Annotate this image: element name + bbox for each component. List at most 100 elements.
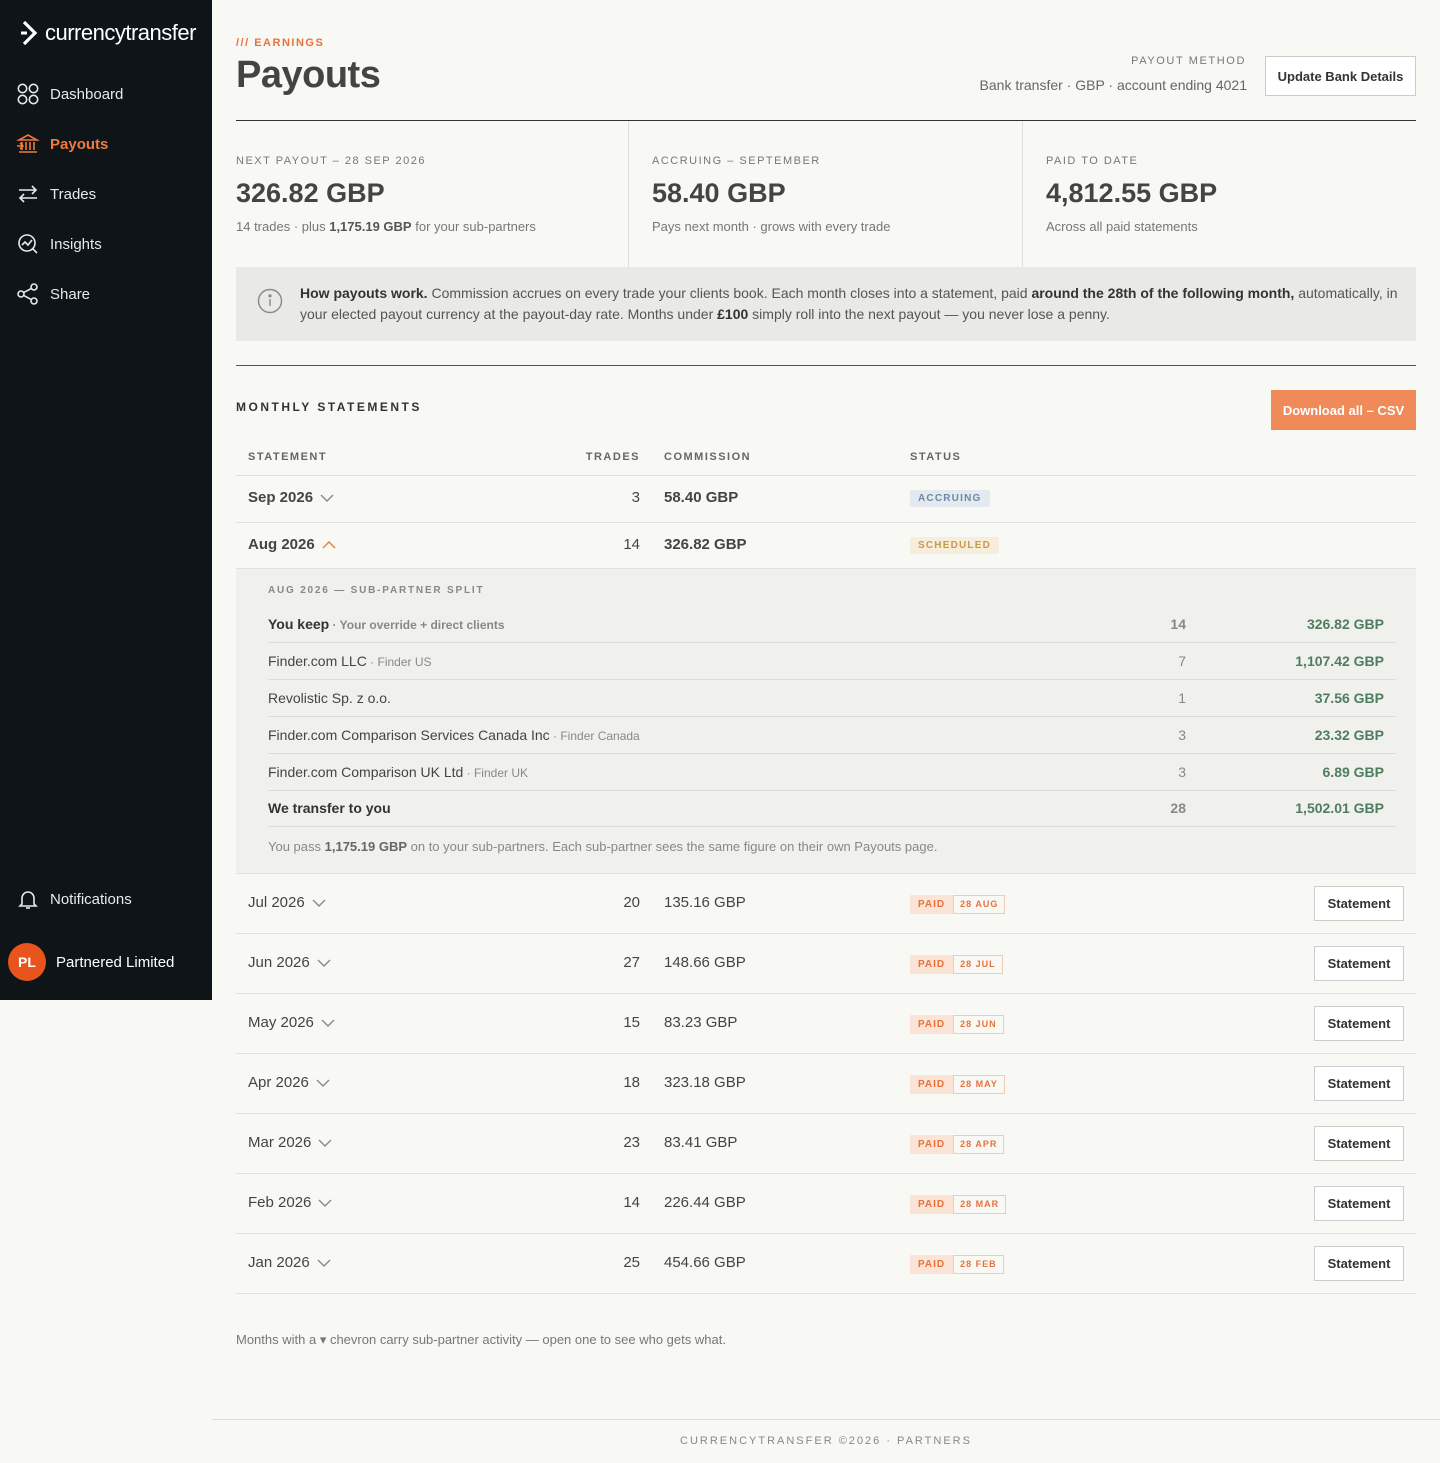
update-bank-details-button[interactable]: Update Bank Details — [1265, 56, 1416, 96]
status-paid-date: 28 MAR — [953, 1195, 1007, 1214]
status-paid-label: PAID — [910, 1075, 954, 1094]
status-paid-label: PAID — [910, 895, 954, 914]
trades-count: 25 — [623, 1254, 640, 1271]
sidebar-item-label: Dashboard — [50, 85, 124, 103]
status-paid-date: 28 FEB — [953, 1255, 1004, 1274]
status-badge: PAID 28 MAY — [910, 1075, 1005, 1094]
sidebar-item-payouts[interactable]: Payouts — [16, 132, 108, 156]
commission-amount: 323.18 GBP — [664, 1074, 746, 1091]
statement-month-toggle[interactable]: Sep 2026 — [248, 489, 335, 506]
row-divider — [236, 475, 1416, 476]
statement-download-button[interactable]: Statement — [1314, 1186, 1404, 1221]
chevron-up-icon — [322, 540, 336, 548]
column-header-status: STATUS — [910, 451, 962, 463]
chevron-down-icon — [317, 1259, 331, 1267]
sidebar-item-insights[interactable]: Insights — [16, 232, 102, 256]
sidebar-item-label: Share — [50, 285, 91, 303]
commission-amount: 58.40 GBP — [664, 489, 739, 506]
sidebar-item-trades[interactable]: Trades — [16, 182, 96, 206]
trades-count: 27 — [623, 954, 640, 971]
bell-icon — [16, 887, 40, 911]
chart-icon — [16, 232, 40, 256]
sidebar-item-share[interactable]: Share — [16, 282, 90, 306]
sidebar-item-label: Insights — [50, 235, 102, 253]
trades-count: 3 — [631, 489, 640, 506]
status-paid-label: PAID — [910, 1255, 954, 1274]
commission-amount: 148.66 GBP — [664, 954, 746, 971]
stat-next-payout: NEXT PAYOUT – 28 SEP 2026 326.82 GBP 14 … — [236, 121, 629, 267]
logo-text: currencytransfer — [45, 20, 196, 45]
status-badge: PAID 28 MAR — [910, 1195, 1007, 1214]
logo-chevron-icon — [21, 20, 38, 46]
status-badge: PAID 28 FEB — [910, 1255, 1004, 1274]
footer-divider — [212, 1419, 1440, 1420]
user-menu[interactable]: PL Partnered Limited — [8, 943, 174, 981]
split-row: Finder.com Comparison Services Canada In… — [268, 717, 1396, 754]
statement-month-toggle[interactable]: May 2026 — [248, 1014, 336, 1031]
sidebar: currencytransfer Dashboard Payouts Trade… — [0, 0, 212, 1000]
statement-download-button[interactable]: Statement — [1314, 1006, 1404, 1041]
trades-count: 23 — [623, 1134, 640, 1151]
divider — [236, 365, 1416, 366]
stat-label: ACCRUING – SEPTEMBER — [652, 155, 821, 167]
statement-download-button[interactable]: Statement — [1314, 886, 1404, 921]
stat-paid-to-date: PAID TO DATE 4,812.55 GBP Across all pai… — [1023, 121, 1416, 267]
chevron-down-icon — [316, 1079, 330, 1087]
chevron-down-icon — [317, 959, 331, 967]
status-badge: PAID 28 JUL — [910, 955, 1003, 974]
column-header-trades: TRADES — [585, 451, 640, 463]
download-csv-button[interactable]: Download all – CSV — [1271, 390, 1416, 430]
chevron-down-icon — [318, 1139, 332, 1147]
sidebar-item-notifications[interactable]: Notifications — [16, 887, 132, 911]
stat-label: NEXT PAYOUT – 28 SEP 2026 — [236, 155, 426, 167]
row-divider — [236, 873, 1416, 874]
trades-count: 14 — [623, 1194, 640, 1211]
commission-amount: 226.44 GBP — [664, 1194, 746, 1211]
trades-count: 14 — [623, 536, 640, 553]
sidebar-item-label: Payouts — [50, 135, 109, 153]
statement-month-toggle[interactable]: Jun 2026 — [248, 954, 332, 971]
status-badge: SCHEDULED — [910, 537, 1000, 554]
status-paid-label: PAID — [910, 1135, 954, 1154]
statement-month-toggle[interactable]: Feb 2026 — [248, 1194, 333, 1211]
stat-sub: Pays next month · grows with every trade — [652, 219, 891, 234]
column-header-statement: STATEMENT — [248, 451, 328, 463]
commission-amount: 326.82 GBP — [664, 536, 747, 553]
split-row-total: We transfer to you 28 1,502.01 GBP — [268, 790, 1396, 827]
statement-month-toggle[interactable]: Mar 2026 — [248, 1134, 333, 1151]
stat-value: 4,812.55 GBP — [1046, 178, 1218, 208]
arrows-icon — [16, 182, 40, 206]
statement-download-button[interactable]: Statement — [1314, 1246, 1404, 1281]
status-badge: PAID 28 APR — [910, 1135, 1005, 1154]
status-paid-date: 28 AUG — [953, 895, 1006, 914]
statement-month-toggle[interactable]: Aug 2026 — [248, 536, 337, 553]
statement-download-button[interactable]: Statement — [1314, 946, 1404, 981]
statement-download-button[interactable]: Statement — [1314, 1126, 1404, 1161]
trades-count: 18 — [623, 1074, 640, 1091]
statement-month-toggle[interactable]: Jul 2026 — [248, 894, 327, 911]
statement-download-button[interactable]: Statement — [1314, 1066, 1404, 1101]
sub-partner-split-panel: AUG 2026 — SUB-PARTNER SPLIT You keep · … — [236, 569, 1416, 873]
logo[interactable]: currencytransfer — [20, 18, 196, 48]
info-icon — [257, 288, 283, 314]
statement-month-toggle[interactable]: Jan 2026 — [248, 1254, 332, 1271]
split-row: You keep · Your override + direct client… — [268, 606, 1396, 643]
row-divider — [236, 933, 1416, 934]
grid-icon — [16, 82, 40, 106]
row-divider — [236, 993, 1416, 994]
column-header-commission: COMMISSION — [664, 451, 752, 463]
chevron-down-icon — [312, 899, 326, 907]
split-row: Finder.com Comparison UK Ltd · Finder UK… — [268, 754, 1396, 791]
info-text: How payouts work. Commission accrues on … — [300, 285, 1398, 322]
status-badge: PAID 28 AUG — [910, 895, 1006, 914]
chevron-down-icon — [321, 1019, 335, 1027]
bank-icon — [16, 132, 40, 156]
statement-month-toggle[interactable]: Apr 2026 — [248, 1074, 331, 1091]
stat-value: 58.40 GBP — [652, 178, 786, 208]
sidebar-item-dashboard[interactable]: Dashboard — [16, 82, 123, 106]
status-paid-date: 28 MAY — [953, 1075, 1005, 1094]
sidebar-item-label: Trades — [50, 185, 97, 203]
stat-value: 326.82 GBP — [236, 178, 385, 208]
commission-amount: 83.23 GBP — [664, 1014, 738, 1031]
split-note: You pass 1,175.19 GBP on to your sub-par… — [268, 839, 938, 854]
